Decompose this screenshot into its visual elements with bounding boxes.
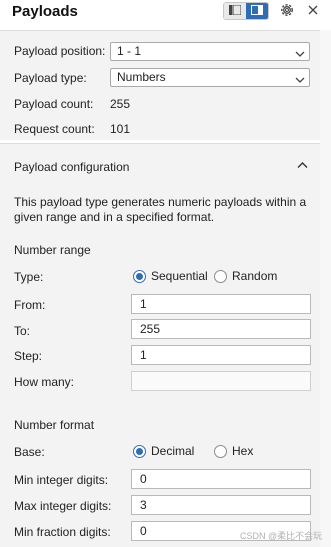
panel-header: Payloads — [0, 0, 331, 24]
how-many-label: How many: — [14, 375, 75, 389]
sequential-radio[interactable]: Sequential — [133, 269, 208, 283]
random-radio-label: Random — [232, 269, 278, 283]
random-radio[interactable]: Random — [214, 269, 277, 283]
payload-count-label: Payload count: — [14, 97, 94, 111]
decimal-radio-indicator — [133, 444, 146, 458]
from-input[interactable]: 1 — [131, 294, 311, 314]
number-range-title: Number range — [14, 243, 91, 257]
close-icon — [307, 4, 319, 19]
split-view-button[interactable] — [246, 3, 268, 19]
watermark-text: CSDN @柔比不会玩 — [240, 531, 323, 541]
from-label: From: — [14, 298, 46, 312]
step-input[interactable]: 1 — [131, 345, 311, 365]
step-label: Step: — [14, 349, 43, 363]
hex-radio[interactable]: Hex — [214, 444, 253, 458]
request-count-value: 101 — [110, 122, 131, 136]
min-fraction-digits-label: Min fraction digits: — [14, 525, 111, 539]
hex-radio-label: Hex — [232, 444, 254, 458]
sequential-radio-indicator — [133, 269, 146, 283]
scrollbar[interactable] — [320, 30, 331, 547]
payload-position-value: 1 - 1 — [117, 44, 142, 58]
gear-icon — [279, 2, 295, 21]
request-count-label: Request count: — [14, 122, 95, 136]
split-view-icon — [251, 4, 263, 18]
to-label: To: — [14, 324, 31, 338]
decimal-radio-label: Decimal — [151, 444, 195, 458]
range-type-label: Type: — [14, 270, 44, 284]
close-panel-button[interactable] — [304, 2, 322, 20]
payload-position-label: Payload position: — [14, 44, 106, 58]
payload-count-value: 255 — [110, 97, 131, 111]
view-toggle[interactable] — [223, 2, 269, 20]
payload-type-select[interactable]: Numbers — [110, 68, 310, 87]
payload-type-label: Payload type: — [14, 71, 87, 85]
chevron-down-icon — [295, 47, 305, 64]
random-radio-indicator — [214, 269, 227, 283]
min-integer-digits-input[interactable]: 0 — [131, 469, 311, 489]
decimal-radio[interactable]: Decimal — [133, 444, 194, 458]
chevron-up-icon[interactable] — [297, 160, 308, 174]
sequential-radio-label: Sequential — [151, 269, 208, 283]
max-integer-digits-label: Max integer digits: — [14, 499, 112, 513]
hex-radio-indicator — [214, 444, 227, 458]
number-format-title: Number format — [14, 418, 95, 432]
payload-sets-section: Payload position: 1 - 1 Payload type: Nu… — [0, 30, 320, 140]
max-integer-digits-input[interactable]: 3 — [131, 495, 311, 515]
min-integer-digits-label: Min integer digits: — [14, 473, 109, 487]
settings-button[interactable] — [278, 2, 296, 20]
panel-title: Payloads — [12, 3, 78, 20]
payload-position-select[interactable]: 1 - 1 — [110, 42, 310, 61]
chevron-down-icon — [295, 73, 305, 90]
how-many-input[interactable] — [131, 371, 311, 391]
config-title: Payload configuration — [14, 160, 130, 174]
to-input[interactable]: 255 — [131, 319, 311, 339]
payload-configuration-section: Payload configuration This payload type … — [0, 143, 320, 547]
config-description: This payload type generates numeric payl… — [14, 195, 307, 224]
list-view-icon — [229, 4, 242, 18]
base-label: Base: — [14, 445, 45, 459]
list-view-button[interactable] — [224, 3, 246, 19]
payload-type-value: Numbers — [117, 70, 166, 84]
